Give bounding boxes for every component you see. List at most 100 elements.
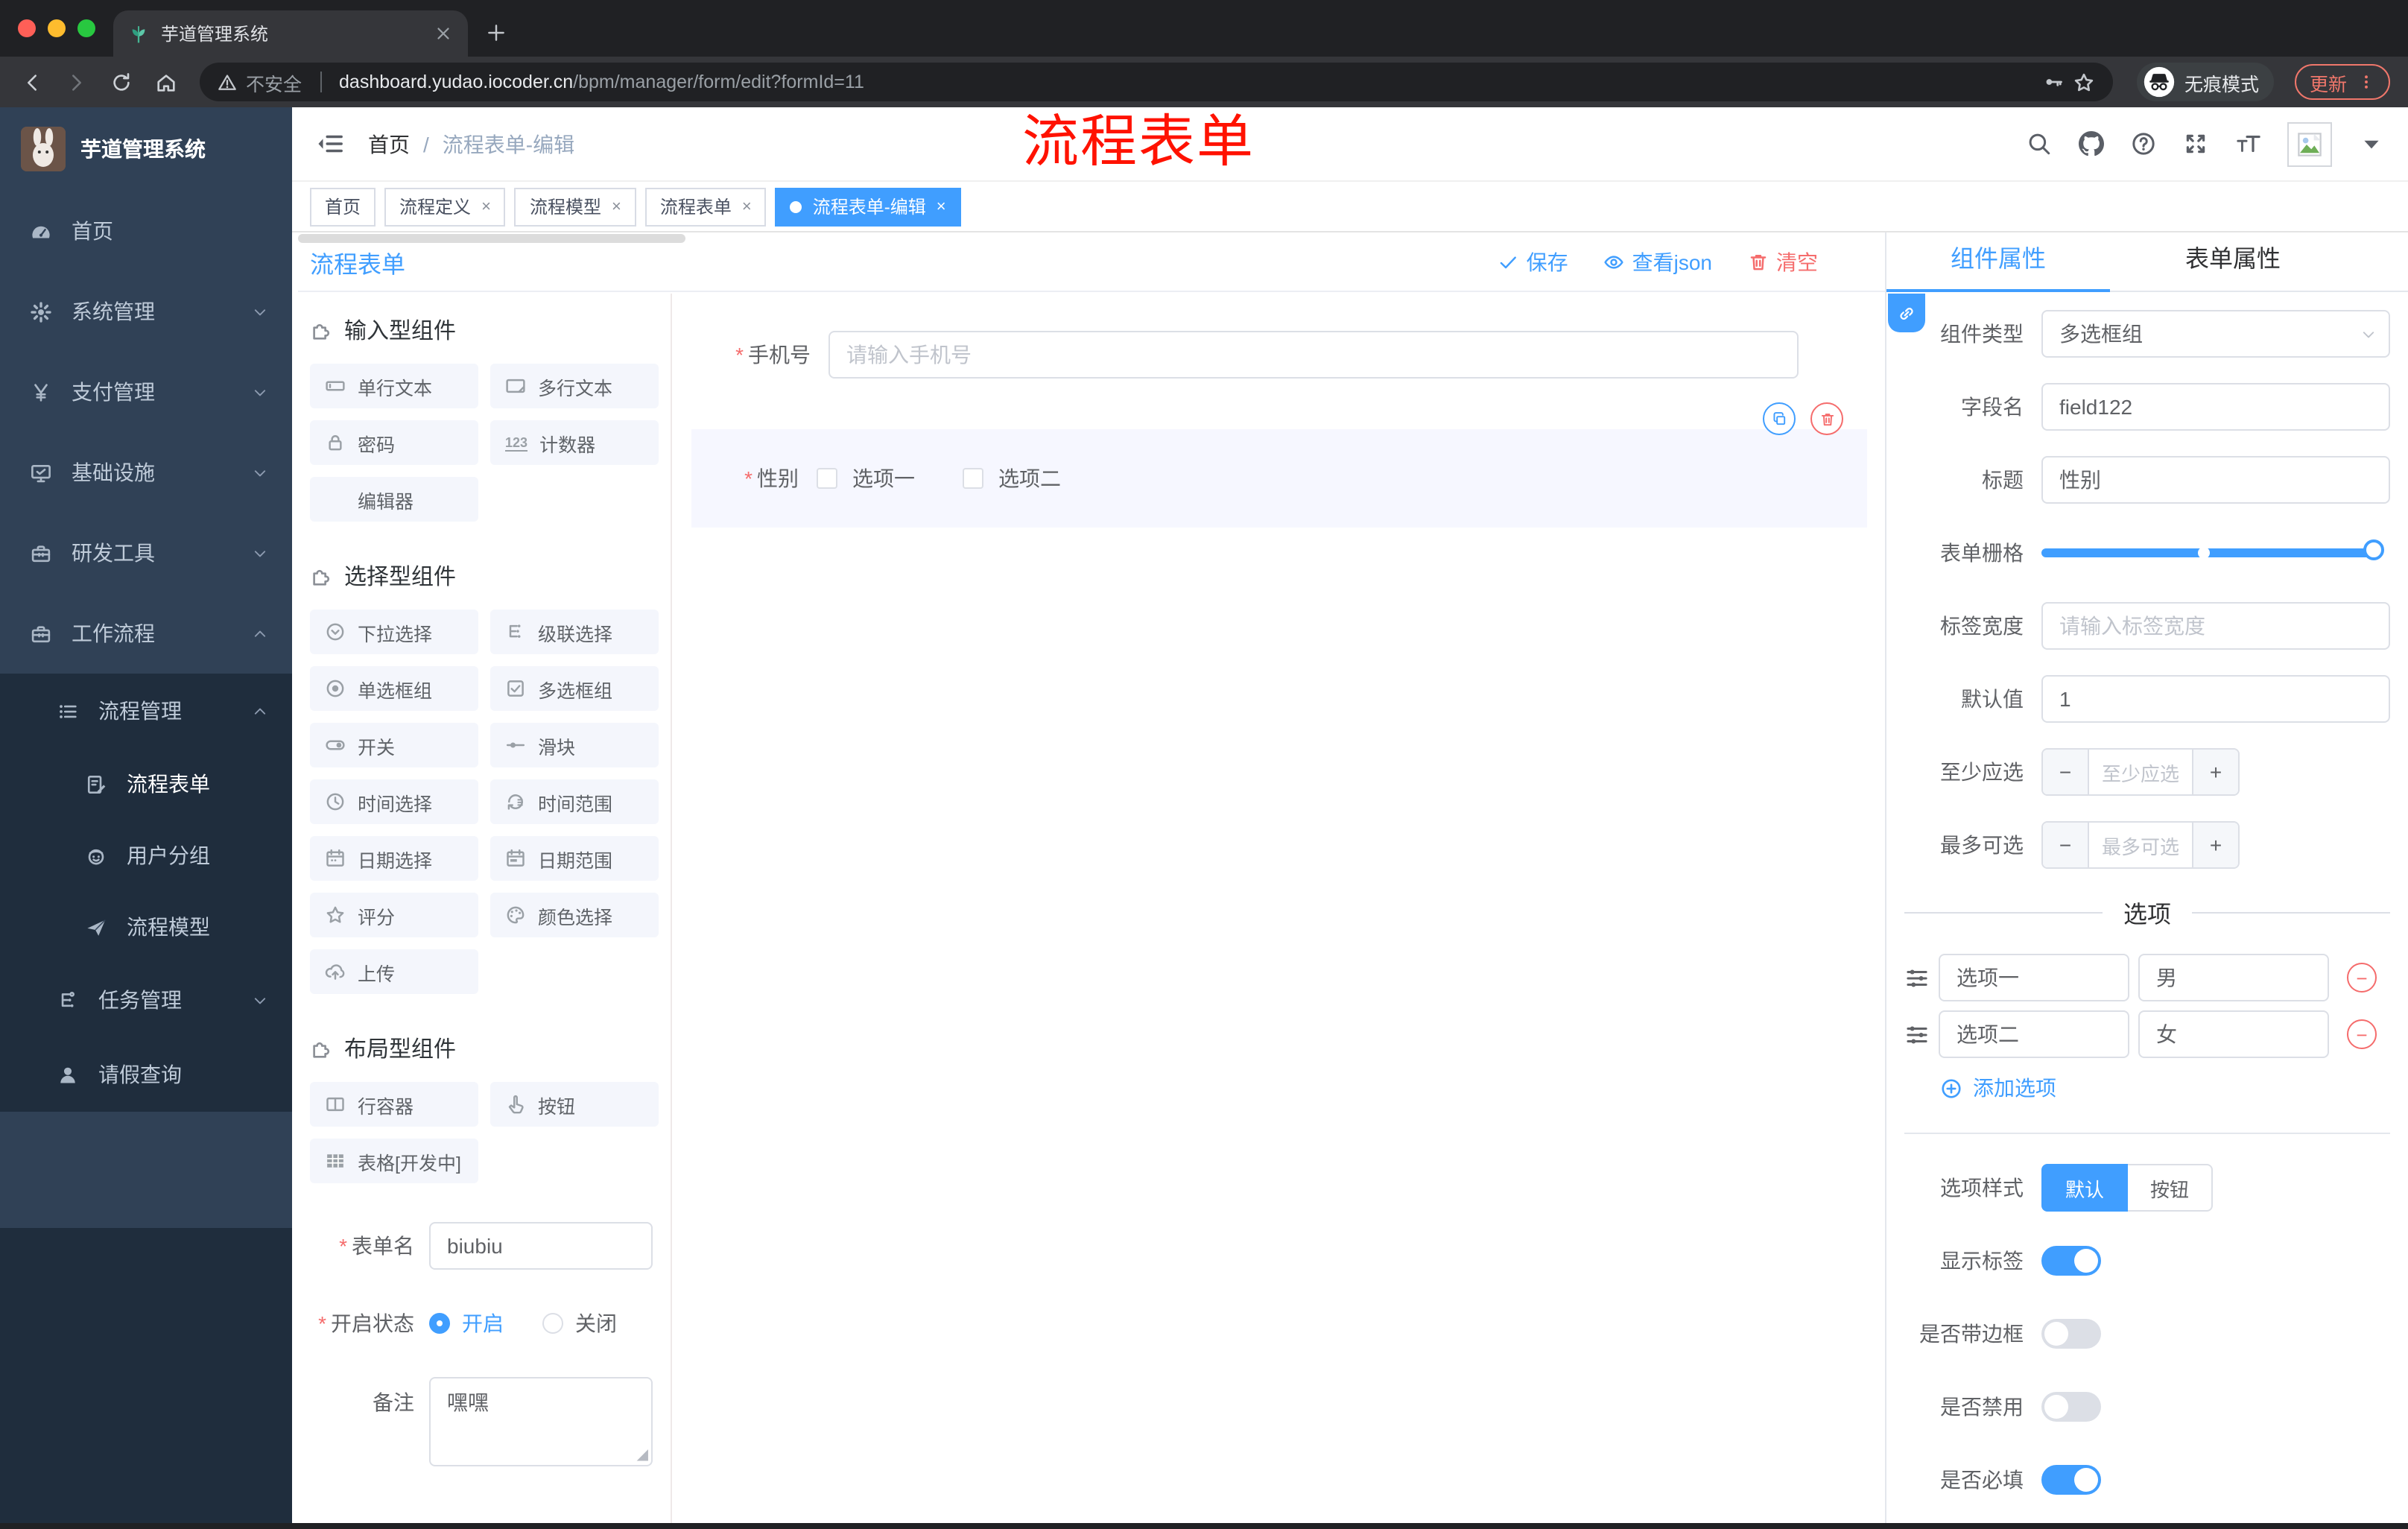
font-size-icon[interactable] (2235, 131, 2260, 156)
sidebar-item-工作流程[interactable]: 工作流程 (0, 593, 292, 674)
查看json-button[interactable]: 查看json (1604, 247, 1712, 276)
copy-component-button[interactable] (1763, 402, 1796, 435)
palette-chip-时间范围[interactable]: 时间范围 (490, 779, 659, 824)
option-label-input[interactable] (1939, 954, 2129, 1001)
sidebar-item-流程模型[interactable]: 流程模型 (0, 891, 292, 963)
palette-chip-级联选择[interactable]: 级联选择 (490, 610, 659, 654)
palette-chip-日期选择[interactable]: 日期选择 (310, 836, 478, 881)
checkbox-选项二[interactable]: 选项二 (963, 463, 1061, 493)
search-icon[interactable] (2027, 131, 2052, 156)
delete-component-button[interactable] (1810, 402, 1843, 435)
field-name-input[interactable] (2041, 383, 2390, 431)
palette-chip-按钮[interactable]: 按钮 (490, 1082, 659, 1127)
min-select-value[interactable]: 至少应选 (2088, 750, 2193, 794)
palette-chip-单行文本[interactable]: 单行文本 (310, 364, 478, 408)
slider-handle[interactable] (2363, 539, 2384, 560)
palette-chip-上传[interactable]: 上传 (310, 949, 478, 994)
max-select-value[interactable]: 最多可选 (2088, 823, 2193, 867)
question-icon[interactable] (2131, 131, 2156, 156)
password-key-icon[interactable] (2043, 72, 2064, 92)
tag-流程模型[interactable]: 流程模型 × (514, 187, 636, 226)
保存-button[interactable]: 保存 (1498, 247, 1568, 276)
tab-component-props[interactable]: 组件属性 (1886, 232, 2110, 289)
update-browser-button[interactable]: 更新 (2294, 64, 2390, 100)
sidebar-item-任务管理[interactable]: 任务管理 (0, 963, 292, 1037)
palette-chip-行容器[interactable]: 行容器 (310, 1082, 478, 1127)
palette-chip-颜色选择[interactable]: 颜色选择 (490, 893, 659, 937)
palette-chip-表格[开发中][interactable]: 表格[开发中] (310, 1139, 478, 1183)
data-binding-tab[interactable] (1888, 294, 1925, 332)
sidebar-item-支付管理[interactable]: 支付管理 (0, 352, 292, 432)
form-remark-textarea[interactable]: 嘿嘿 (429, 1377, 653, 1466)
drag-handle-icon[interactable] (1904, 965, 1930, 990)
new-tab-button[interactable] (486, 22, 507, 43)
toggle-switch-是否必填[interactable] (2041, 1465, 2101, 1495)
status-radio-closed[interactable]: 关闭 (542, 1308, 617, 1338)
minimize-window-button[interactable] (48, 19, 66, 37)
palette-chip-单选框组[interactable]: 单选框组 (310, 666, 478, 711)
breadcrumb-home[interactable]: 首页 (368, 129, 410, 159)
decrease-button[interactable]: − (2043, 750, 2088, 794)
browser-menu-icon[interactable] (2357, 73, 2375, 91)
phone-input[interactable] (828, 331, 1799, 379)
sidebar-item-请假查询[interactable]: 请假查询 (0, 1037, 292, 1112)
sidebar-item-用户分组[interactable]: 用户分组 (0, 820, 292, 891)
tab-close-icon[interactable] (434, 24, 453, 43)
sidebar-item-基础设施[interactable]: 基础设施 (0, 432, 292, 513)
tag-流程表单-编辑[interactable]: 流程表单-编辑 × (775, 187, 961, 226)
remove-option-button[interactable]: − (2347, 963, 2377, 993)
option-label-input[interactable] (1939, 1010, 2129, 1058)
tag-close-icon[interactable]: × (481, 197, 491, 215)
option-value-input[interactable] (2138, 1010, 2329, 1058)
grid-slider[interactable] (2041, 539, 2384, 560)
collapse-sidebar-icon[interactable] (316, 130, 344, 158)
avatar[interactable] (2287, 121, 2332, 166)
palette-chip-多选框组[interactable]: 多选框组 (490, 666, 659, 711)
palette-chip-多行文本[interactable]: 多行文本 (490, 364, 659, 408)
palette-chip-下拉选择[interactable]: 下拉选择 (310, 610, 478, 654)
fullscreen-icon[interactable] (2183, 131, 2208, 156)
toggle-switch-是否带边框[interactable] (2041, 1319, 2101, 1349)
sidebar-item-系统管理[interactable]: 系统管理 (0, 271, 292, 352)
address-bar[interactable]: 不安全 dashboard.yudao.iocoder.cn/bpm/manag… (200, 63, 2113, 101)
increase-button[interactable]: + (2193, 823, 2238, 867)
gender-field-selected[interactable]: * 性别 选项一 选项二 (691, 429, 1867, 528)
remove-option-button[interactable]: − (2347, 1019, 2377, 1049)
tag-close-icon[interactable]: × (612, 197, 621, 215)
清空-button[interactable]: 清空 (1748, 247, 1818, 276)
github-icon[interactable] (2079, 131, 2104, 156)
tag-close-icon[interactable]: × (742, 197, 752, 215)
palette-chip-滑块[interactable]: 滑块 (490, 723, 659, 767)
form-name-input[interactable] (429, 1222, 653, 1270)
label-width-input[interactable] (2041, 602, 2390, 650)
style-option-默认[interactable]: 默认 (2041, 1164, 2129, 1212)
forward-button[interactable] (57, 63, 95, 101)
palette-chip-计数器[interactable]: 123 计数器 (490, 420, 659, 465)
palette-chip-日期范围[interactable]: 日期范围 (490, 836, 659, 881)
tab-form-props[interactable]: 表单属性 (2110, 232, 2356, 289)
sidebar-item-首页[interactable]: 首页 (0, 191, 292, 271)
scrollbar-thumb[interactable] (298, 234, 685, 243)
sidebar-item-流程管理[interactable]: 流程管理 (0, 674, 292, 748)
drag-handle-icon[interactable] (1904, 1022, 1930, 1047)
tag-close-icon[interactable]: × (937, 197, 946, 215)
avatar-caret-icon[interactable] (2359, 131, 2384, 156)
add-option-button[interactable]: 添加选项 (1940, 1073, 2390, 1103)
sidebar-item-流程表单[interactable]: 流程表单 (0, 748, 292, 820)
tag-流程表单[interactable]: 流程表单 × (644, 187, 767, 226)
palette-chip-评分[interactable]: 评分 (310, 893, 478, 937)
increase-button[interactable]: + (2193, 750, 2238, 794)
style-option-按钮[interactable]: 按钮 (2128, 1164, 2214, 1212)
reload-button[interactable] (101, 63, 140, 101)
resize-grip-icon[interactable]: ◢ (637, 1447, 648, 1463)
status-radio-open[interactable]: 开启 (429, 1308, 504, 1338)
decrease-button[interactable]: − (2043, 823, 2088, 867)
component-type-select[interactable]: 多选框组 (2041, 310, 2390, 358)
title-input[interactable] (2041, 456, 2390, 504)
option-value-input[interactable] (2138, 954, 2329, 1001)
zoom-window-button[interactable] (77, 19, 95, 37)
palette-chip-编辑器[interactable]: 编辑器 (310, 477, 478, 522)
bookmark-star-icon[interactable] (2073, 71, 2095, 93)
close-window-button[interactable] (18, 19, 36, 37)
toggle-switch-是否禁用[interactable] (2041, 1392, 2101, 1422)
